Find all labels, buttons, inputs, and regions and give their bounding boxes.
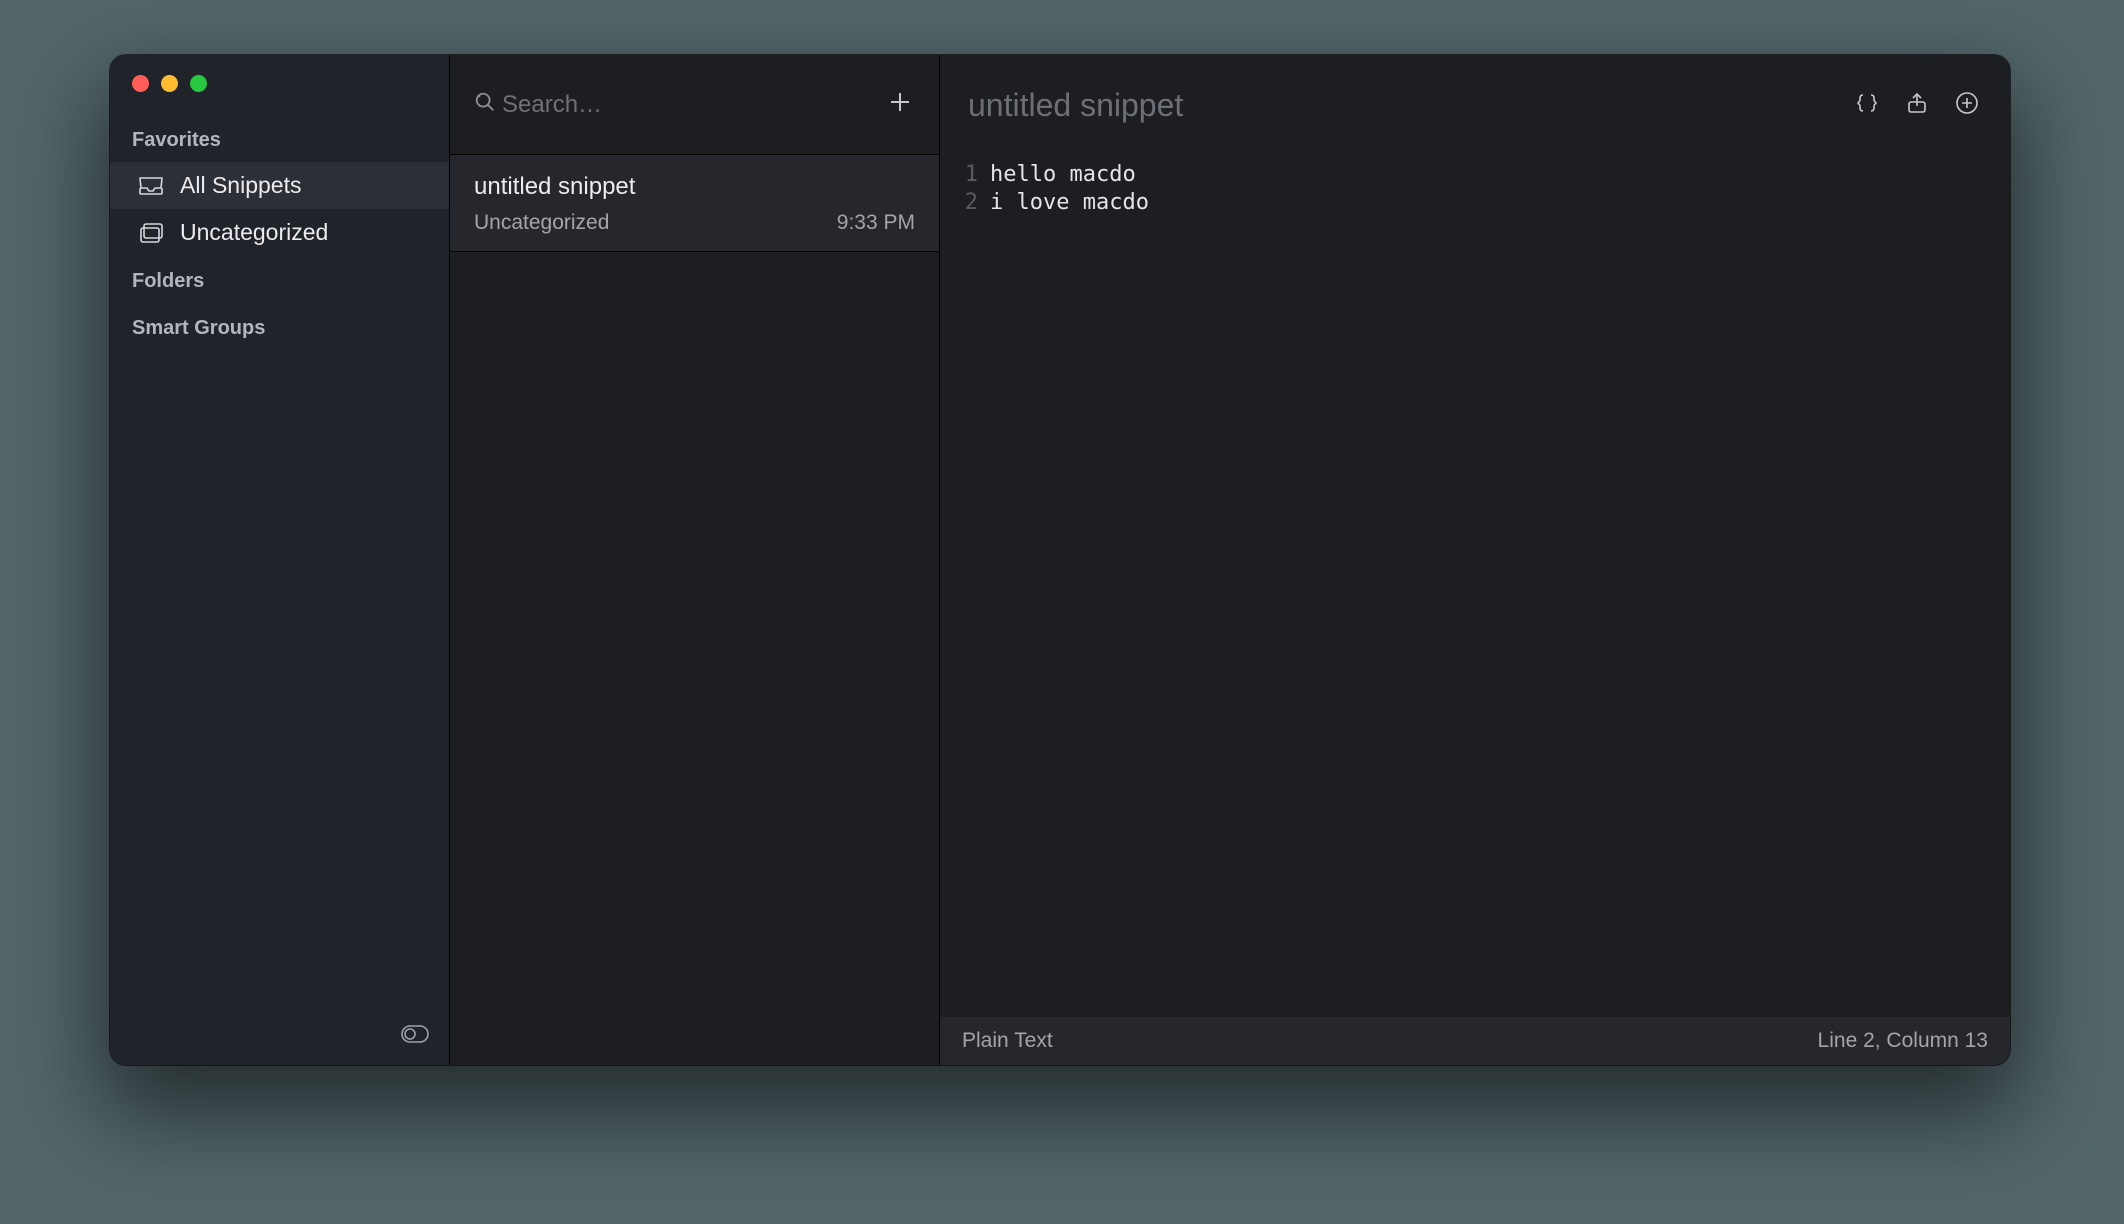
sidebar-item-uncategorized[interactable]: Uncategorized (110, 209, 449, 256)
sidebar-item-label: Uncategorized (180, 219, 328, 246)
toggle-icon (401, 1031, 429, 1048)
plus-icon (888, 90, 912, 119)
language-indicator[interactable]: Plain Text (962, 1029, 1053, 1053)
window-controls (110, 55, 449, 115)
sidebar: Favorites All Snippets Uncategorized Fol… (110, 55, 450, 1065)
code-content[interactable]: hello macdoi love macdo (990, 161, 2010, 1017)
search-field[interactable] (474, 91, 885, 119)
status-bar: Plain Text Line 2, Column 13 (940, 1017, 2010, 1065)
search-input[interactable] (502, 91, 885, 119)
zoom-window-button[interactable] (190, 75, 207, 92)
minimize-window-button[interactable] (161, 75, 178, 92)
close-window-button[interactable] (132, 75, 149, 92)
sidebar-section-favorites: Favorites (110, 115, 449, 162)
app-window: Favorites All Snippets Uncategorized Fol… (110, 55, 2010, 1065)
add-button[interactable] (1952, 90, 1982, 120)
share-button[interactable] (1902, 90, 1932, 120)
document-title[interactable]: untitled snippet (968, 87, 1832, 124)
circle-plus-icon (1955, 91, 1979, 120)
line-gutter: 12 (940, 161, 990, 1017)
snippet-item-category: Uncategorized (474, 211, 609, 235)
snippet-item-title: untitled snippet (474, 173, 915, 201)
snippet-list-pane: untitled snippet Uncategorized 9:33 PM (450, 55, 940, 1065)
code-editor[interactable]: 12 hello macdoi love macdo (940, 155, 2010, 1017)
braces-icon (1855, 91, 1879, 120)
snippet-item-time: 9:33 PM (837, 211, 915, 235)
search-icon (474, 91, 496, 118)
stack-icon (138, 222, 164, 244)
share-icon (1905, 91, 1929, 120)
editor-toolbar: untitled snippet (940, 55, 2010, 155)
sidebar-item-all-snippets[interactable]: All Snippets (110, 162, 449, 209)
settings-toggle-button[interactable] (401, 1024, 429, 1049)
inbox-icon (138, 175, 164, 197)
sidebar-item-label: All Snippets (180, 172, 301, 199)
snippet-list-item[interactable]: untitled snippet Uncategorized 9:33 PM (450, 155, 939, 252)
sidebar-section-smart-groups: Smart Groups (110, 303, 449, 350)
cursor-position: Line 2, Column 13 (1818, 1029, 1988, 1053)
new-snippet-button[interactable] (885, 90, 915, 120)
list-toolbar (450, 55, 939, 155)
editor-pane: untitled snippet 12 hello macdoi love ma… (940, 55, 2010, 1065)
sidebar-section-folders: Folders (110, 256, 449, 303)
format-button[interactable] (1852, 90, 1882, 120)
